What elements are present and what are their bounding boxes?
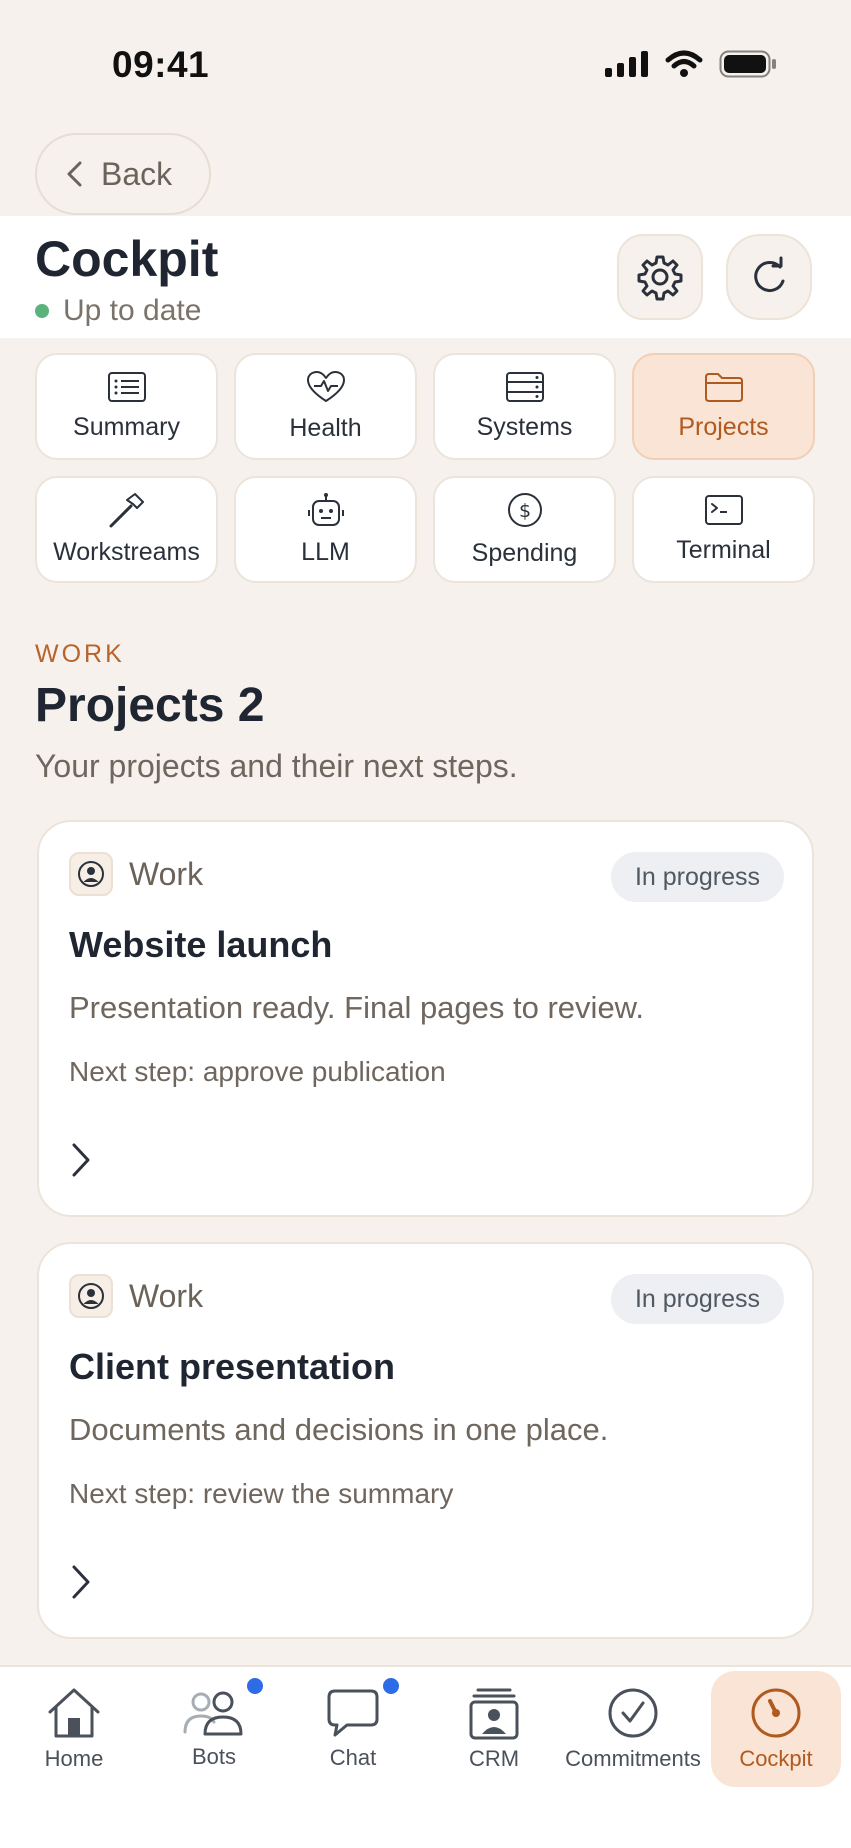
status-bar: 09:41 xyxy=(0,0,851,120)
gauge-icon xyxy=(751,1688,801,1738)
user-circle-icon xyxy=(69,852,113,896)
home-icon xyxy=(48,1688,100,1738)
refresh-icon xyxy=(754,256,785,292)
section-tabs: Summary Health Systems Projects Workstre… xyxy=(35,353,817,583)
status-badge: In progress xyxy=(610,1274,784,1324)
tab-systems[interactable]: Systems xyxy=(433,353,616,460)
status-dot xyxy=(35,304,49,318)
sync-status-label: Up to date xyxy=(63,294,202,327)
gear-icon xyxy=(637,255,683,301)
list-icon xyxy=(107,372,146,402)
tab-label: Projects xyxy=(678,413,769,441)
project-title: Client presentation xyxy=(69,1346,396,1387)
dollar-icon: $ xyxy=(507,493,542,527)
tab-label: Health xyxy=(289,414,362,442)
project-next-step: Next step: approve publication xyxy=(69,1056,446,1087)
status-badge: In progress xyxy=(610,852,784,902)
chevron-right-icon[interactable] xyxy=(69,1564,93,1605)
tab-label: Spending xyxy=(471,539,578,567)
server-icon xyxy=(505,372,544,402)
tab-label: Terminal xyxy=(676,536,771,564)
cellular-signal-icon xyxy=(605,51,648,77)
chevron-right-icon[interactable] xyxy=(69,1142,93,1183)
heart-pulse-icon xyxy=(306,371,345,402)
project-category-label: Work xyxy=(129,1277,204,1314)
notification-dot xyxy=(383,1678,399,1694)
page-title: Cockpit xyxy=(35,231,219,287)
user-circle-icon xyxy=(69,1274,113,1318)
project-description: Presentation ready. Final pages to revie… xyxy=(69,990,644,1025)
project-description: Documents and decisions in one place. xyxy=(69,1412,609,1447)
section-title: Projects 2 xyxy=(35,679,265,732)
settings-button[interactable] xyxy=(617,234,703,320)
status-icons xyxy=(605,50,777,78)
project-category: Work xyxy=(69,852,203,896)
chat-icon xyxy=(327,1689,379,1737)
tab-projects[interactable]: Projects xyxy=(632,353,815,460)
nav-cockpit[interactable]: Cockpit xyxy=(711,1671,841,1787)
section-subtitle: Your projects and their next steps. xyxy=(35,748,518,784)
nav-label: Bots xyxy=(191,1744,237,1769)
section-eyebrow: WORK xyxy=(35,640,125,668)
back-label: Back xyxy=(101,155,173,192)
nav-label: Cockpit xyxy=(739,1746,813,1771)
chevron-left-icon xyxy=(67,161,82,187)
header: Cockpit Up to date xyxy=(0,216,851,338)
tab-summary[interactable]: Summary xyxy=(35,353,218,460)
project-category-label: Work xyxy=(129,855,204,892)
bottom-nav: Home Bots Chat CRM Commitments Cockpit xyxy=(0,1665,851,1848)
project-title: Website launch xyxy=(69,924,333,965)
project-card[interactable]: Work In progress Website launch Presenta… xyxy=(37,820,814,1217)
nav-commitments[interactable]: Commitments xyxy=(565,1671,701,1787)
tab-label: Summary xyxy=(73,413,180,441)
tab-label: Workstreams xyxy=(53,538,200,566)
wifi-icon xyxy=(665,50,703,77)
nav-label: CRM xyxy=(468,1746,520,1771)
project-category: Work xyxy=(69,1274,203,1318)
refresh-button[interactable] xyxy=(726,234,812,320)
check-circle-icon xyxy=(608,1688,658,1738)
tab-label: Systems xyxy=(476,413,573,441)
back-button[interactable]: Back xyxy=(35,133,211,215)
status-time: 09:41 xyxy=(112,44,210,85)
tab-llm[interactable]: LLM xyxy=(234,476,417,583)
terminal-icon xyxy=(704,495,743,525)
hammer-icon xyxy=(109,493,144,528)
notification-dot xyxy=(247,1678,263,1694)
project-card[interactable]: Work In progress Client presentation Doc… xyxy=(37,1242,814,1639)
tab-workstreams[interactable]: Workstreams xyxy=(35,476,218,583)
robot-icon xyxy=(307,493,344,526)
nav-crm[interactable]: CRM xyxy=(429,1671,559,1787)
project-next-step: Next step: review the summary xyxy=(69,1478,454,1509)
nav-home[interactable]: Home xyxy=(9,1671,139,1787)
folder-icon xyxy=(704,373,743,402)
nav-label: Chat xyxy=(329,1745,377,1770)
sync-status: Up to date xyxy=(35,294,201,328)
tab-terminal[interactable]: Terminal xyxy=(632,476,815,583)
tab-label: LLM xyxy=(301,538,350,566)
nav-label: Commitments xyxy=(565,1746,701,1771)
contact-card-icon xyxy=(469,1688,519,1740)
tab-health[interactable]: Health xyxy=(234,353,417,460)
users-icon xyxy=(183,1691,243,1736)
nav-label: Home xyxy=(44,1746,104,1771)
svg-text:$: $ xyxy=(518,500,530,522)
battery-icon xyxy=(719,50,776,78)
tab-spending[interactable]: $ Spending xyxy=(433,476,616,583)
